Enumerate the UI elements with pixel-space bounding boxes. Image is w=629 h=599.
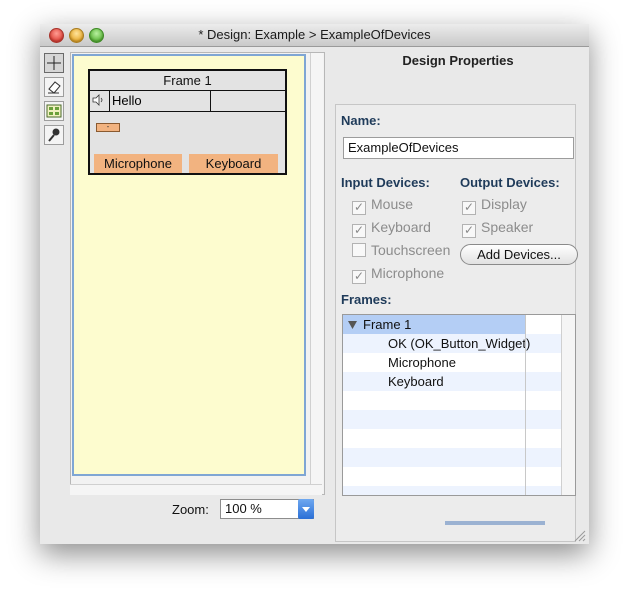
- checkbox-label: Mouse: [371, 196, 414, 212]
- disclosure-triangle-icon[interactable]: [348, 321, 357, 329]
- tree-empty-row: [343, 410, 561, 429]
- canvas-vertical-scrollbar[interactable]: [310, 53, 323, 493]
- input-devices-label: Input Devices:: [341, 175, 430, 190]
- name-field[interactable]: ExampleOfDevices: [343, 137, 574, 159]
- tree-empty-row: [343, 467, 561, 486]
- checkbox-checked-icon: ✓: [352, 269, 366, 284]
- microphone-tool[interactable]: [44, 125, 64, 145]
- tree-vertical-scrollbar[interactable]: [561, 315, 575, 495]
- widgets-icon: [46, 104, 62, 118]
- tree-empty-row: [343, 429, 561, 448]
- keyboard-button-widget[interactable]: Keyboard: [189, 154, 278, 173]
- checkbox-label: Display: [481, 196, 527, 212]
- empty-widget[interactable]: [211, 90, 285, 111]
- tree-item-label: Microphone: [388, 355, 456, 370]
- selection-tool[interactable]: [44, 53, 64, 73]
- input-microphone-checkbox[interactable]: ✓ Microphone: [352, 265, 444, 284]
- checkbox-checked-icon: ✓: [352, 200, 366, 215]
- output-devices-label: Output Devices:: [460, 175, 560, 190]
- tree-empty-row: [343, 448, 561, 467]
- checkbox-unchecked-icon: [352, 243, 366, 257]
- clipped-control: [445, 521, 545, 525]
- zoom-select[interactable]: 100 %: [220, 499, 314, 519]
- tree-column-divider: [525, 315, 526, 495]
- microphone-button-widget[interactable]: Microphone: [94, 154, 182, 173]
- checkbox-checked-icon: ✓: [462, 223, 476, 238]
- checkbox-checked-icon: ✓: [462, 200, 476, 215]
- tree-empty-row: [343, 391, 561, 410]
- title-bar: * Design: Example > ExampleOfDevices: [40, 24, 589, 47]
- tree-item-keyboard[interactable]: Keyboard: [343, 372, 561, 391]
- widgets-tool[interactable]: [44, 101, 64, 121]
- chevron-down-icon[interactable]: [298, 499, 314, 519]
- frame-widget[interactable]: Frame 1 Hello - Microphone Keyboard: [88, 69, 287, 175]
- tree-item-label: Keyboard: [388, 374, 444, 389]
- tree-item-label: OK (OK_Button_Widget): [388, 336, 531, 351]
- zoom-value: 100 %: [225, 501, 262, 516]
- microphone-icon: [48, 128, 60, 142]
- window-title: * Design: Example > ExampleOfDevices: [198, 27, 431, 42]
- checkbox-label: Speaker: [481, 219, 534, 235]
- eraser-icon: [48, 81, 61, 94]
- hello-label-widget[interactable]: Hello: [110, 90, 211, 111]
- add-devices-button[interactable]: Add Devices...: [460, 244, 578, 265]
- name-label: Name:: [341, 113, 381, 128]
- input-mouse-checkbox[interactable]: ✓ Mouse: [352, 196, 413, 215]
- tree-item-ok-button[interactable]: OK (OK_Button_Widget): [343, 334, 561, 353]
- design-window: * Design: Example > ExampleOfDevices Fra…: [40, 24, 589, 544]
- input-touchscreen-checkbox[interactable]: Touchscreen: [352, 242, 450, 258]
- zoom-label: Zoom:: [172, 502, 209, 517]
- input-keyboard-checkbox[interactable]: ✓ Keyboard: [352, 219, 431, 238]
- checkbox-label: Keyboard: [371, 219, 431, 235]
- checkbox-checked-icon: ✓: [352, 223, 366, 238]
- tree-item-label: Frame 1: [363, 317, 412, 332]
- eraser-tool[interactable]: [44, 77, 64, 97]
- checkbox-label: Microphone: [371, 265, 445, 281]
- frames-tree[interactable]: Frame 1 OK (OK_Button_Widget) Microphone…: [342, 314, 576, 496]
- ok-button-widget[interactable]: -: [96, 123, 120, 132]
- frame-label-row: Hello: [90, 90, 285, 112]
- output-speaker-checkbox[interactable]: ✓ Speaker: [462, 219, 533, 238]
- frame-title: Frame 1: [90, 71, 285, 91]
- speaker-icon: [92, 94, 103, 106]
- canvas-horizontal-scrollbar[interactable]: [70, 484, 322, 495]
- frames-label: Frames:: [341, 292, 392, 307]
- output-display-checkbox[interactable]: ✓ Display: [462, 196, 527, 215]
- panel-title: Design Properties: [402, 53, 514, 68]
- selection-icon: [47, 56, 61, 70]
- resize-grip-icon[interactable]: [572, 528, 586, 542]
- tree-empty-row: [343, 486, 561, 495]
- speaker-cell[interactable]: [90, 90, 110, 111]
- tree-item-frame-1[interactable]: Frame 1: [343, 315, 525, 334]
- tree-item-microphone[interactable]: Microphone: [343, 353, 561, 372]
- checkbox-label: Touchscreen: [371, 242, 451, 258]
